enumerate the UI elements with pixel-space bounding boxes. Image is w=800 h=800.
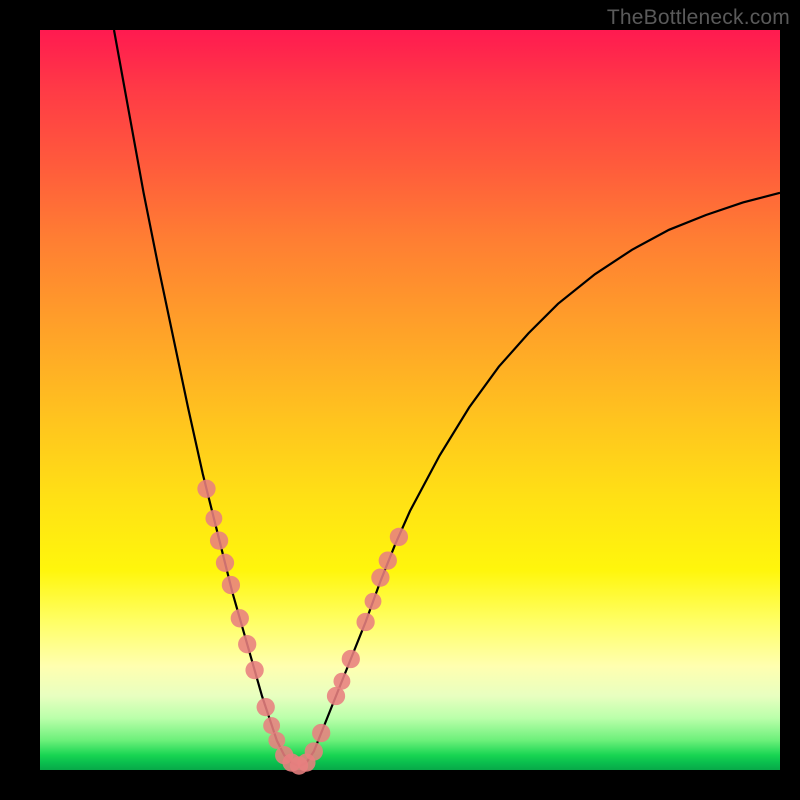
chart-frame: TheBottleneck.com xyxy=(0,0,800,800)
data-marker xyxy=(356,613,374,631)
data-marker xyxy=(238,635,256,653)
data-marker xyxy=(245,661,263,679)
data-marker xyxy=(333,673,350,690)
data-marker xyxy=(222,576,240,594)
data-marker xyxy=(371,568,389,586)
data-marker xyxy=(263,717,280,734)
chart-svg xyxy=(40,30,780,770)
data-marker xyxy=(342,650,360,668)
watermark-text: TheBottleneck.com xyxy=(607,6,790,30)
data-marker xyxy=(312,724,330,742)
curve-markers xyxy=(197,480,408,775)
data-marker xyxy=(197,480,215,498)
data-marker xyxy=(205,510,222,527)
data-marker xyxy=(210,531,228,549)
curve-right-branch xyxy=(299,193,780,767)
plot-area xyxy=(40,30,780,770)
data-marker xyxy=(390,528,408,546)
data-marker xyxy=(365,593,382,610)
curve-left-branch xyxy=(114,30,299,766)
data-marker xyxy=(257,698,275,716)
data-marker xyxy=(216,554,234,572)
data-marker xyxy=(305,742,323,760)
data-marker xyxy=(231,609,249,627)
data-marker xyxy=(379,551,397,569)
